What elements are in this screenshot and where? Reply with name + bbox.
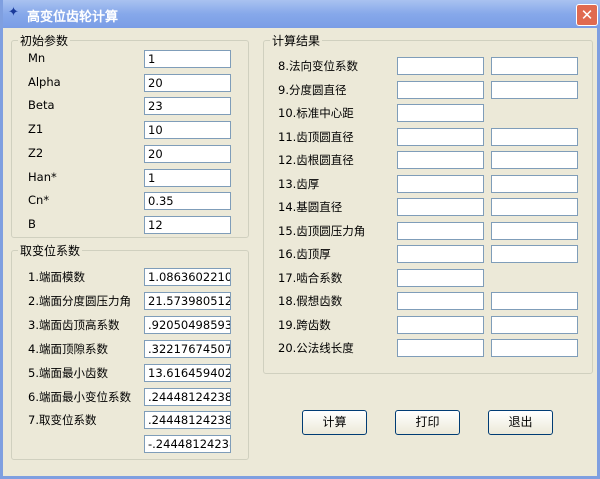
calculate-button[interactable]: 计算 [302, 410, 367, 435]
dialog-window: ✦ 高变位齿轮计算 ✕ 初始参数 取变位系数 计算结果 Mn 1 Alpha 20 Be… [0, 0, 600, 479]
print-button[interactable]: 打印 [395, 410, 460, 435]
result-label: 8.法向变位系数 [278, 59, 358, 73]
result-label: 14.基圆直径 [278, 200, 343, 214]
result-label: 10.标准中心距 [278, 106, 354, 120]
result-input-1[interactable] [397, 315, 484, 334]
result-label: 11.齿顶圆直径 [278, 129, 354, 144]
param-input[interactable]: 1 [144, 168, 231, 187]
group-legend: 初始参数 [18, 32, 71, 49]
result-input-2[interactable] [491, 151, 578, 169]
result-label: 9.分度圆直径 [278, 82, 347, 97]
result-label: 13.齿厚 [278, 176, 320, 191]
shift-input[interactable]: .92050498593 [144, 315, 231, 334]
result-input-1[interactable] [397, 221, 484, 240]
param-input[interactable]: 23 [144, 97, 231, 116]
window-title: 高变位齿轮计算 [27, 10, 119, 25]
shift-label: 2.端面分度圆压力角 [28, 293, 131, 308]
result-input-1[interactable] [397, 292, 484, 310]
shift-label: 4.端面顶隙系数 [28, 341, 108, 356]
result-input-1[interactable] [397, 57, 484, 75]
result-label: 20.公法线长度 [278, 341, 354, 355]
result-input-1[interactable] [397, 104, 484, 122]
title-bar[interactable]: ✦ 高变位齿轮计算 ✕ [3, 0, 600, 28]
app-icon: ✦ [8, 5, 19, 20]
result-input-1[interactable] [397, 127, 484, 146]
shift-label: 7.取变位系数 [28, 413, 97, 428]
result-input-1[interactable] [397, 339, 484, 357]
result-input-1[interactable] [397, 151, 484, 169]
shift-input[interactable]: .24448124238 [144, 387, 231, 406]
result-input-1[interactable] [397, 268, 484, 287]
param-label: Mn [28, 51, 46, 65]
shift-input[interactable]: 1.08636022104 [144, 268, 231, 286]
result-input-2[interactable] [491, 221, 578, 240]
result-label: 18.假想齿数 [278, 294, 343, 308]
result-label: 15.齿顶圆压力角 [278, 223, 366, 238]
shift-input[interactable]: 13.6164594026 [144, 363, 231, 382]
result-input-2[interactable] [491, 339, 578, 357]
shift-input[interactable]: -.24448124238 [144, 435, 231, 454]
shift-label: 1.端面模数 [28, 270, 85, 284]
result-label: 16.齿顶厚 [278, 247, 331, 261]
result-input-2[interactable] [491, 80, 578, 99]
shift-label: 6.端面最小变位系数 [28, 389, 131, 404]
param-input[interactable]: 20 [144, 73, 231, 92]
result-input-1[interactable] [397, 80, 484, 99]
result-input-1[interactable] [397, 245, 484, 263]
param-input[interactable]: 10 [144, 121, 231, 140]
param-label: B [28, 216, 36, 231]
shift-input[interactable]: 21.5739805127 [144, 291, 231, 310]
result-input-2[interactable] [491, 315, 578, 334]
shift-label: 5.端面最小齿数 [28, 365, 108, 380]
result-input-2[interactable] [491, 57, 578, 75]
param-label: Han* [28, 169, 57, 184]
param-label: Alpha [28, 74, 61, 89]
group-legend: 计算结果 [270, 32, 323, 49]
param-label: Z2 [28, 145, 44, 160]
param-input[interactable]: 12 [144, 215, 231, 234]
param-label: Cn* [28, 193, 50, 208]
result-input-2[interactable] [491, 127, 578, 146]
result-input-1[interactable] [397, 174, 484, 193]
exit-button[interactable]: 退出 [488, 410, 553, 435]
result-input-2[interactable] [491, 198, 578, 216]
param-input[interactable]: 0.35 [144, 192, 231, 211]
param-label: Beta [28, 98, 55, 113]
result-label: 19.跨齿数 [278, 317, 331, 332]
close-button[interactable]: ✕ [576, 4, 598, 26]
result-input-2[interactable] [491, 292, 578, 310]
param-input[interactable]: 20 [144, 144, 231, 163]
group-legend: 取变位系数 [18, 242, 83, 259]
result-input-1[interactable] [397, 198, 484, 216]
param-input[interactable]: 1 [144, 50, 231, 68]
shift-input[interactable]: .24448124238 [144, 411, 231, 430]
param-label: Z1 [28, 122, 44, 137]
result-label: 17.啮合系数 [278, 270, 343, 285]
shift-input[interactable]: .32217674507 [144, 339, 231, 358]
result-input-2[interactable] [491, 174, 578, 193]
result-label: 12.齿根圆直径 [278, 153, 354, 167]
shift-label: 3.端面齿顶高系数 [28, 317, 120, 332]
result-input-2[interactable] [491, 245, 578, 263]
